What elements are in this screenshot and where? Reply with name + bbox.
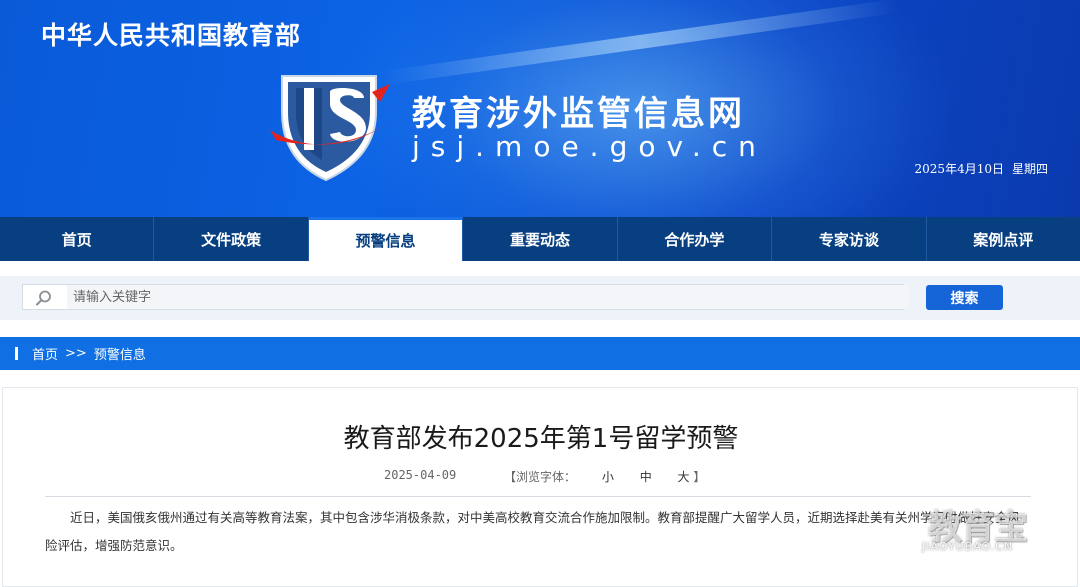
publish-date: 2025-04-09 <box>384 468 457 482</box>
nav-item-cooperative-education[interactable]: 合作办学 <box>618 217 773 261</box>
breadcrumb: 首页 >> 预警信息 <box>0 337 1080 370</box>
date-text: 2025年4月10日 <box>914 162 1004 176</box>
weekday-text: 星期四 <box>1011 162 1048 176</box>
site-domain: jsj.moe.gov.cn <box>412 130 767 163</box>
nav-item-home[interactable]: 首页 <box>0 217 155 261</box>
nav-item-policy-documents[interactable]: 文件政策 <box>154 217 309 261</box>
article-panel: 教育部发布2025年第1号留学预警 2025-04-09 【浏览字体： 小 中 … <box>2 387 1078 587</box>
main-nav: 首页 文件政策 预警信息 重要动态 合作办学 专家访谈 案例点评 <box>0 217 1080 261</box>
nav-item-important-news[interactable]: 重要动态 <box>463 217 618 261</box>
watermark-url: JIAOYUBAO.CN <box>922 540 1014 553</box>
meta-divider <box>45 496 1031 497</box>
font-size-large-button[interactable]: 大 <box>678 468 690 485</box>
font-size-small-button[interactable]: 小 <box>602 468 614 485</box>
font-size-label: 【浏览字体： <box>504 470 577 484</box>
breadcrumb-marker <box>15 347 18 360</box>
search-input[interactable] <box>67 285 909 309</box>
search-icon <box>36 290 51 306</box>
nav-item-case-reviews[interactable]: 案例点评 <box>927 217 1080 261</box>
search-button[interactable]: 搜索 <box>926 285 1003 310</box>
article-meta: 2025-04-09 【浏览字体： 小 中 大 】 <box>3 468 1079 484</box>
article-title: 教育部发布2025年第1号留学预警 <box>343 424 739 454</box>
article-body: 近日，美国俄亥俄州通过有关高等教育法案，其中包含涉华消极条款，对中美高校教育交流… <box>45 510 1021 553</box>
search-bar: 搜索 <box>0 276 1080 320</box>
nav-item-expert-interviews[interactable]: 专家访谈 <box>772 217 927 261</box>
site-banner: 中华人民共和国教育部 教育涉外监管信息网 jsj.moe.gov.cn 2025… <box>0 0 1080 217</box>
breadcrumb-separator: >> <box>65 346 87 361</box>
font-size-close: 】 <box>693 470 706 484</box>
font-size-selector: 【浏览字体： 小 中 大 】 <box>504 468 705 485</box>
search-box <box>22 284 909 310</box>
nav-item-warning-info[interactable]: 预警信息 <box>308 217 464 261</box>
current-date: 2025年4月10日 星期四 <box>915 160 1048 177</box>
watermark-logo: 教育宝 JIAOYUBAO.CN <box>918 500 1068 560</box>
ministry-name[interactable]: 中华人民共和国教育部 <box>41 16 301 52</box>
site-logo-icon[interactable] <box>268 68 396 184</box>
site-title[interactable]: 教育涉外监管信息网 <box>412 86 745 135</box>
breadcrumb-home-link[interactable]: 首页 <box>32 344 58 363</box>
font-size-medium-button[interactable]: 中 <box>640 468 652 485</box>
breadcrumb-current-link[interactable]: 预警信息 <box>94 344 146 363</box>
